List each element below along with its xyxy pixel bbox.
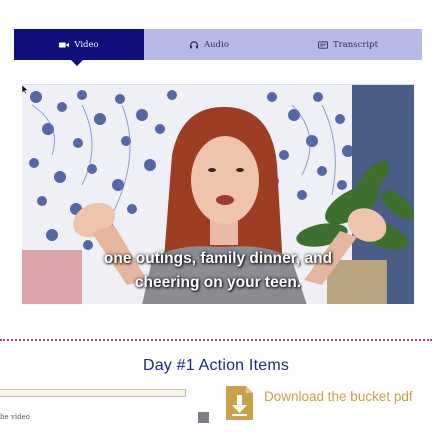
headphones-icon: [189, 40, 199, 49]
subtitle-line-2: cheering on your teen.: [134, 274, 302, 291]
tab-video[interactable]: Video: [14, 29, 144, 66]
video-frame: [22, 85, 414, 304]
download-file-icon[interactable]: [226, 386, 253, 420]
section-divider: [0, 339, 432, 341]
video-camera-icon: [59, 42, 70, 47]
video-caption-text: he video: [0, 413, 30, 421]
tab-transcript-label: Transcript: [332, 39, 379, 50]
tab-transcript[interactable]: Transcript: [274, 29, 422, 60]
progress-bar: [0, 389, 186, 397]
lesson-page: Video Audio Transcript one outings, fami…: [0, 0, 432, 432]
checkbox-square[interactable]: [198, 412, 209, 423]
tab-audio-label: Audio: [204, 39, 229, 50]
active-tab-caret: [71, 60, 83, 66]
tab-video-label: Video: [74, 39, 99, 50]
transcript-icon: [317, 40, 328, 49]
video-player[interactable]: one outings, family dinner, and cheering…: [22, 84, 414, 304]
mouse-cursor-icon: [22, 85, 28, 94]
download-link[interactable]: Download the bucket pdf: [264, 389, 413, 404]
tab-audio[interactable]: Audio: [144, 29, 274, 60]
subtitle-line-1: one outings, family dinner, and: [103, 250, 333, 267]
media-tabs: Video Audio Transcript: [14, 29, 422, 66]
action-items-heading: Day #1 Action Items: [142, 357, 290, 374]
